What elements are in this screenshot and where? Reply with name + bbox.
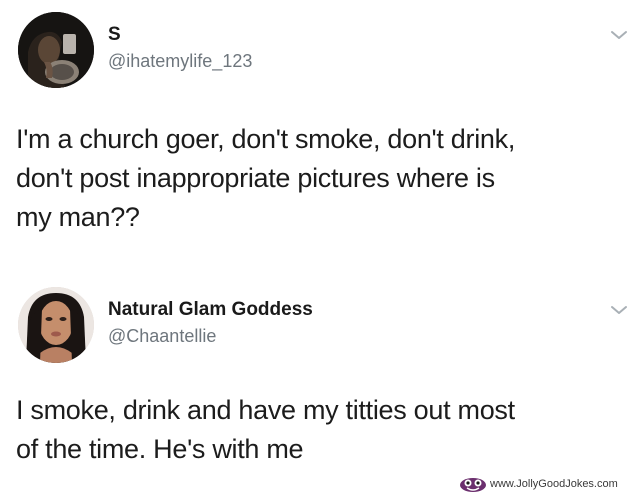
jollygoodjokes-logo-icon: [460, 478, 486, 492]
tweet-reply[interactable]: Natural Glam Goddess @Chaantellie I smok…: [0, 275, 640, 501]
tweet-text-line: my man??: [16, 202, 140, 232]
avatar-image: [18, 12, 94, 88]
chevron-down-icon[interactable]: [610, 28, 628, 40]
user-handle[interactable]: @ihatemylife_123: [108, 51, 252, 72]
avatar-image: [18, 287, 94, 363]
tweet-original[interactable]: S @ihatemylife_123 I'm a church goer, do…: [0, 0, 640, 275]
display-name[interactable]: S: [108, 24, 121, 46]
tweet-text-line: don't post inappropriate pictures where …: [16, 163, 495, 193]
tweet-text-line: I smoke, drink and have my titties out m…: [16, 395, 515, 425]
tweet-text-line: I'm a church goer, don't smoke, don't dr…: [16, 124, 516, 154]
user-handle[interactable]: @Chaantellie: [108, 326, 216, 347]
chevron-down-icon[interactable]: [610, 303, 628, 315]
tweet-text: I'm a church goer, don't smoke, don't dr…: [16, 120, 626, 237]
avatar[interactable]: [18, 12, 94, 88]
watermark-text: www.JollyGoodJokes.com: [490, 478, 618, 490]
display-name[interactable]: Natural Glam Goddess: [108, 299, 313, 321]
avatar[interactable]: [18, 287, 94, 363]
tweet-text-line: of the time. He's with me: [16, 434, 304, 464]
tweet-text: I smoke, drink and have my titties out m…: [16, 391, 626, 469]
watermark: www.JollyGoodJokes.com: [458, 474, 618, 494]
